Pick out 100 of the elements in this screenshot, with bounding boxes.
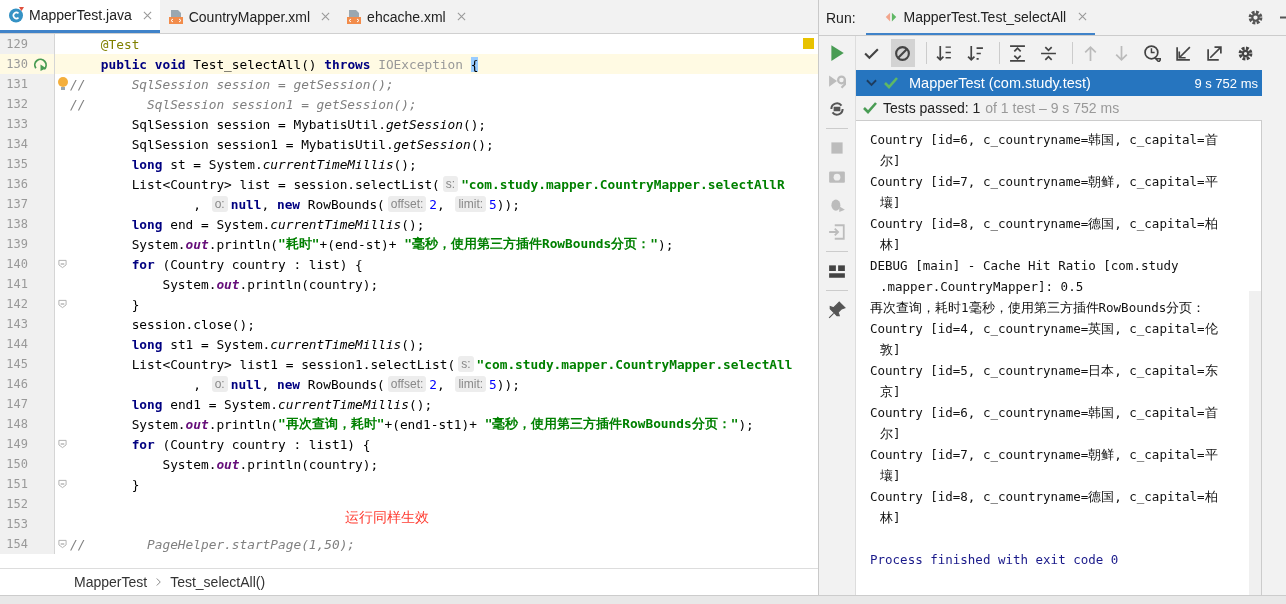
code-token: Test_selectAll() (193, 56, 318, 72)
line-number: 152 (5, 497, 28, 511)
test-duration: 9 s 752 ms (1194, 75, 1258, 91)
file-tab[interactable]: MapperTest.java (0, 0, 160, 33)
console-line: 壤] (879, 467, 902, 485)
line-number: 134 (5, 137, 28, 151)
code-token: "毫秒，使用第三方插件RowBounds分页：" (404, 235, 658, 253)
fold-marker-icon[interactable] (58, 299, 67, 309)
console-line: 林] (879, 236, 902, 254)
console-line: 尔] (879, 425, 902, 443)
chevron-icon (155, 577, 163, 587)
code-token: (); (401, 336, 425, 352)
code-token: System. (130, 416, 186, 432)
console-line: DEBUG [main] - Cache Hit Ratio [com.study (870, 257, 1180, 275)
code-token: (); (401, 216, 425, 232)
settings-icon[interactable] (1247, 9, 1264, 26)
code-token: , (261, 196, 271, 212)
console-line: Country [id=6, c_countryname=韩国, c_capital=首 (870, 131, 1219, 149)
code-token: public void (99, 56, 187, 72)
parameter-hint: s: (458, 356, 474, 372)
export-icon (1205, 44, 1223, 62)
close-icon[interactable] (142, 10, 152, 20)
close-icon[interactable] (321, 12, 331, 21)
console-line: 京] (879, 383, 902, 401)
line-number: 142 (5, 297, 28, 311)
code-token: RowBounds( (307, 196, 385, 212)
sort-alpha-icon (936, 44, 954, 62)
code-token: List<Country> list1 = session1.selectList( (130, 356, 456, 372)
line-number: 129 (5, 37, 28, 51)
parameter-hint: limit: (455, 196, 487, 212)
line-number: 146 (5, 377, 28, 391)
code-token: session.close(); (130, 316, 255, 332)
tests-passed-text: Tests passed: 1 (883, 100, 981, 116)
console-line: 尔] (879, 152, 902, 170)
code-token: "耗时" (278, 235, 320, 253)
code-token: 2 (429, 376, 437, 392)
code-token: )); (496, 196, 520, 212)
line-number: 147 (5, 397, 28, 411)
code-token: List<Country> list = session.selectList( (130, 176, 440, 192)
code-token: new (276, 376, 302, 392)
code-token: SqlSession session1 = MybatisUtil. (130, 136, 394, 152)
code-token: .println(country); (239, 456, 379, 472)
fold-marker-icon[interactable] (58, 539, 67, 549)
breadcrumb-item[interactable]: MapperTest (74, 574, 148, 590)
code-token: new (276, 196, 302, 212)
console-line: Process finished with exit code 0 (870, 551, 1120, 569)
code-token: long (130, 336, 164, 352)
code-token: "毫秒，使用第三方插件RowBounds分页：" (484, 415, 739, 433)
line-number: 140 (5, 257, 28, 271)
parameter-hint: offset: (387, 376, 427, 392)
code-token: out (185, 236, 209, 252)
auto-icon[interactable] (828, 100, 846, 118)
breadcrumb-item[interactable]: Test_selectAll() (170, 574, 266, 590)
collapse-icon (1040, 44, 1058, 62)
fold-marker-icon[interactable] (58, 259, 67, 269)
import-icon (1174, 44, 1192, 62)
code-token: , (192, 376, 202, 392)
code-token: (); (470, 136, 494, 152)
sort-duration-icon (967, 44, 985, 62)
fold-marker-icon[interactable] (58, 479, 67, 489)
check-icon (862, 100, 878, 116)
code-token: long (130, 156, 164, 172)
code-token: long (130, 396, 164, 412)
scrollbar[interactable] (1249, 291, 1261, 595)
code-token: { (470, 56, 479, 72)
close-icon[interactable] (456, 12, 466, 21)
run-tab[interactable]: MapperTest.Test_selectAll (865, 0, 1096, 35)
code-token: IOException (378, 56, 464, 72)
lightbulb-icon[interactable] (56, 76, 69, 92)
code-token: for (130, 256, 156, 272)
code-token: (); (462, 116, 487, 132)
code-token: // SqlSession session = getSession(); (70, 76, 394, 92)
layout-icon[interactable] (828, 262, 846, 280)
ignored-icon (894, 44, 912, 62)
parameter-hint: offset: (387, 196, 427, 212)
console-line: 敦] (879, 341, 902, 359)
code-token: getSession (393, 136, 471, 152)
line-number: 154 (5, 537, 28, 551)
ignored-button[interactable] (890, 39, 915, 67)
rerun-icon[interactable] (828, 44, 846, 62)
code-token: getSession (385, 116, 463, 132)
test-tree-row[interactable]: MapperTest (com.study.test) 9 s 752 ms (856, 70, 1262, 96)
run-test-icon[interactable] (32, 56, 48, 72)
console-line: Country [id=8, c_countryname=德国, c_capital=柏 (870, 488, 1219, 506)
code-token: st = System. (170, 156, 263, 172)
console-line: Country [id=7, c_countryname=朝鲜, c_capital=平 (870, 173, 1219, 191)
console-line: Country [id=8, c_countryname=德国, c_capital=柏 (870, 215, 1219, 233)
fold-marker-icon[interactable] (58, 439, 67, 449)
file-tab[interactable]: CountryMapper.xml (159, 0, 339, 33)
code-token: st1 = System. (170, 336, 271, 352)
close-icon[interactable] (1078, 12, 1088, 21)
parameter-hint: o: (211, 376, 228, 392)
code-token: , (437, 376, 446, 392)
code-token: +(end1-st1)+ (384, 416, 478, 432)
parameter-hint: o: (211, 196, 228, 212)
chevron-icon[interactable] (866, 79, 877, 87)
code-token: .println(country); (239, 276, 379, 292)
code-token: out (216, 456, 240, 472)
file-tab[interactable]: ehcache.xml (338, 0, 474, 33)
pin-icon[interactable] (828, 301, 846, 319)
